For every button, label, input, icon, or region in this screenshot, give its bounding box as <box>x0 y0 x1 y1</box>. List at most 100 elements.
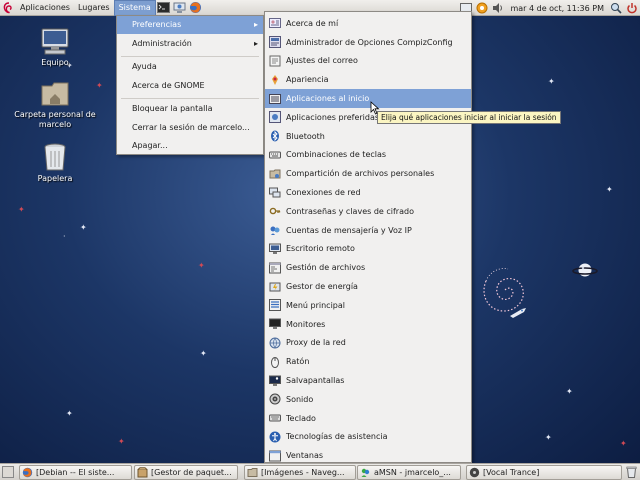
accessibility-icon <box>269 431 281 443</box>
taskbar-button[interactable]: [Debian -- El siste... <box>19 465 132 480</box>
preferences-submenu: Acerca de mí Administrador de Opciones C… <box>264 11 472 463</box>
star-decoration: ✦ <box>566 387 573 396</box>
file-management-icon <box>269 262 281 274</box>
menu-item-administration[interactable]: Administración ▸ <box>117 35 263 53</box>
applications-menu[interactable]: Aplicaciones <box>16 0 74 16</box>
trash-applet-icon[interactable] <box>626 466 637 478</box>
pref-item-passwords-keys[interactable]: Contraseñas y claves de cifrado <box>265 202 471 221</box>
pref-item-startup-apps[interactable]: Aplicaciones al inicio <box>265 89 471 108</box>
pref-item-label: Ratón <box>286 357 310 367</box>
messaging-accounts-icon <box>269 224 281 236</box>
menu-item-preferences[interactable]: Preferencias ▸ <box>117 16 263 34</box>
network-icon[interactable] <box>173 1 187 15</box>
star-decoration: · <box>63 232 66 241</box>
mouse-icon <box>269 356 281 368</box>
pref-item-network-connections[interactable]: Conexiones de red <box>265 183 471 202</box>
menu-separator <box>121 98 259 99</box>
pref-item-appearance[interactable]: Apariencia <box>265 70 471 89</box>
taskbar-label: [Imágenes - Naveg... <box>261 468 345 477</box>
pref-item-sound[interactable]: Sonido <box>265 390 471 409</box>
swirl-galaxy-decoration <box>483 268 524 312</box>
star-decoration: ✦ <box>606 185 613 194</box>
menu-item-lock-screen[interactable]: Bloquear la pantalla <box>117 100 263 118</box>
pref-item-about-me[interactable]: Acerca de mí <box>265 14 471 33</box>
planet-decoration <box>572 263 598 277</box>
pref-item-keyboard-shortcuts[interactable]: Combinaciones de teclas <box>265 146 471 165</box>
search-icon[interactable] <box>610 2 622 14</box>
desktop-icon-home-folder[interactable]: Carpeta personal de marcelo <box>5 80 105 130</box>
desktop-icon-label: Carpeta personal de marcelo <box>14 110 96 129</box>
taskbar-button[interactable]: [Vocal Trance] <box>466 465 622 480</box>
terminal-icon[interactable] <box>157 1 171 15</box>
pref-item-accessibility[interactable]: Tecnologías de asistencia <box>265 428 471 447</box>
menu-item-label: Acerca de GNOME <box>132 81 205 90</box>
clock[interactable]: mar 4 de oct, 11:36 PM <box>506 4 608 13</box>
music-player-icon <box>469 467 480 478</box>
taskbar-label: [Debian -- El siste... <box>36 468 115 477</box>
taskbar-button[interactable]: aMSN - jmarcelo_... <box>357 465 461 480</box>
pref-item-messaging-accounts[interactable]: Cuentas de mensajería y Voz IP <box>265 221 471 240</box>
passwords-keys-icon <box>269 205 281 217</box>
places-menu[interactable]: Lugares <box>74 0 114 16</box>
pref-item-mouse[interactable]: Ratón <box>265 352 471 371</box>
amsn-icon <box>360 467 371 478</box>
pref-item-compizconfig[interactable]: Administrador de Opciones CompizConfig <box>265 33 471 52</box>
star-decoration: ✦ <box>18 205 25 214</box>
pref-item-label: Ajustes del correo <box>286 56 358 66</box>
menu-item-label: Preferencias <box>132 20 182 29</box>
pref-item-label: Combinaciones de teclas <box>286 150 387 160</box>
menu-item-shut-down[interactable]: Apagar... <box>117 137 263 155</box>
menu-item-log-out[interactable]: Cerrar la sesión de marcelo... <box>117 119 263 137</box>
pref-item-label: Monitores <box>286 319 326 329</box>
appearance-icon <box>269 74 281 86</box>
file-browser-icon <box>247 467 258 478</box>
system-menu[interactable]: Sistema <box>113 0 156 16</box>
pref-item-network-proxy[interactable]: Proxy de la red <box>265 334 471 353</box>
firefox-icon[interactable] <box>189 1 203 15</box>
pref-item-label: Proxy de la red <box>286 338 346 348</box>
debian-logo-icon[interactable] <box>0 0 16 16</box>
pref-item-main-menu[interactable]: Menú principal <box>265 296 471 315</box>
pref-item-remote-desktop[interactable]: Escritorio remoto <box>265 240 471 259</box>
pref-item-label: Gestor de energía <box>286 282 358 292</box>
pref-item-label: Apariencia <box>286 75 329 85</box>
about-me-icon <box>269 17 281 29</box>
star-decoration: ✦ <box>620 439 627 448</box>
menu-item-help[interactable]: Ayuda <box>117 58 263 76</box>
submenu-arrow-icon: ▸ <box>253 39 258 48</box>
rocket-decoration <box>510 308 526 318</box>
pref-item-power-manager[interactable]: Gestor de energía <box>265 277 471 296</box>
pref-item-label: Salvapantallas <box>286 376 345 386</box>
menu-item-about-gnome[interactable]: Acerca de GNOME <box>117 77 263 95</box>
update-notifier-icon[interactable] <box>476 2 488 14</box>
menu-item-label: Bloquear la pantalla <box>132 104 213 113</box>
taskbar-label: [Vocal Trance] <box>483 468 540 477</box>
desktop-icon-trash[interactable]: Papelera <box>5 142 105 184</box>
pref-item-monitors[interactable]: Monitores <box>265 315 471 334</box>
main-menu-icon <box>269 299 281 312</box>
desktop-icon-computer[interactable]: Equipo <box>5 28 105 68</box>
star-decoration: ✦ <box>80 223 87 232</box>
computer-icon <box>41 28 69 55</box>
star-decoration: ✦ <box>118 437 125 446</box>
show-desktop-button[interactable] <box>2 466 14 478</box>
menu-item-label: Ayuda <box>132 62 157 71</box>
pref-item-label: Ventanas <box>286 451 324 461</box>
network-connections-icon <box>269 187 281 199</box>
power-manager-icon <box>269 281 281 293</box>
desktop-icon-label: Equipo <box>41 58 69 67</box>
windows-icon <box>269 450 281 462</box>
taskbar-label: aMSN - jmarcelo_... <box>374 468 451 477</box>
pref-item-bluetooth[interactable]: Bluetooth <box>265 127 471 146</box>
pref-item-file-sharing[interactable]: Compartición de archivos personales <box>265 164 471 183</box>
pref-item-mail-settings[interactable]: Ajustes del correo <box>265 52 471 71</box>
screensaver-icon <box>269 375 281 387</box>
volume-icon[interactable] <box>492 2 504 14</box>
taskbar-button[interactable]: [Gestor de paquet... <box>134 465 238 480</box>
pref-item-keyboard[interactable]: Teclado <box>265 409 471 428</box>
pref-item-screensaver[interactable]: Salvapantallas <box>265 371 471 390</box>
shutdown-icon[interactable] <box>626 2 638 14</box>
taskbar-button[interactable]: [Imágenes - Naveg... <box>244 465 356 480</box>
pref-item-file-management[interactable]: Gestión de archivos <box>265 258 471 277</box>
pref-item-label: Escritorio remoto <box>286 244 355 254</box>
